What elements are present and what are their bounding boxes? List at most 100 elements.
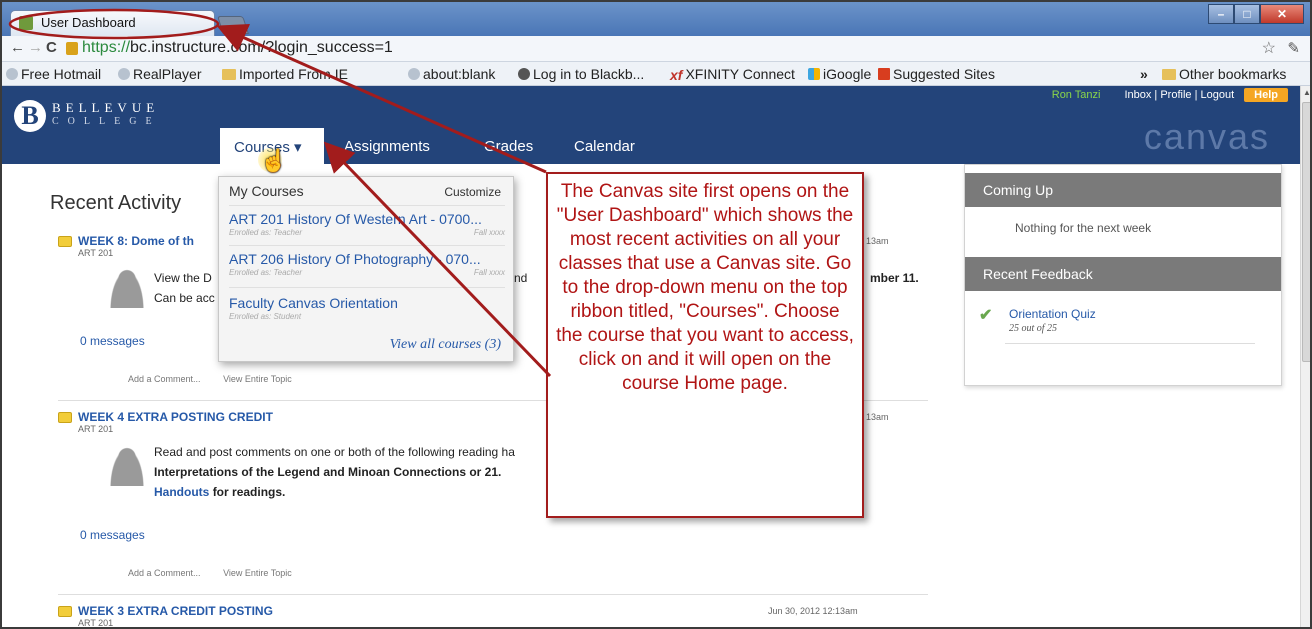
courses-dropdown-menu: My Courses Customize ART 201 History Of … (218, 176, 514, 362)
inbox-profile-logout-links[interactable]: Inbox | Profile | Logout (1124, 89, 1234, 101)
url-scheme: https:// (82, 39, 131, 56)
activity-body: Read and post comments on one or both of… (154, 442, 515, 462)
dropdown-course-item[interactable]: ART 201 History Of Western Art - 0700...… (229, 211, 505, 237)
bookmark-label: XFINITY Connect (685, 66, 795, 82)
help-button[interactable]: Help (1244, 88, 1288, 102)
activity-actions: Add a Comment... View Entire Topic (128, 568, 312, 578)
activity-course: ART 201 (78, 424, 114, 434)
add-comment-link[interactable]: Add a Comment... (128, 374, 201, 384)
forward-arrow-icon[interactable]: → (28, 39, 43, 56)
course-name[interactable]: ART 206 History Of Photography - 070... (229, 251, 505, 267)
discussion-icon (58, 236, 72, 247)
bookmark-igoogle[interactable]: iGoogle (808, 66, 871, 82)
view-all-courses-link[interactable]: View all courses (3) (390, 337, 501, 353)
messages-link[interactable]: 0 messages (80, 528, 145, 542)
activity-title[interactable]: WEEK 3 EXTRA CREDIT POSTING (78, 604, 273, 618)
xfinity-icon: xf (670, 67, 683, 83)
activity-body: Handouts for readings. (154, 482, 285, 502)
suggested-icon (878, 68, 890, 80)
bookmark-blackboard[interactable]: Log in to Blackb... (518, 66, 644, 82)
url-field[interactable]: https://bc.instructure.com/?login_succes… (82, 39, 393, 57)
reload-icon[interactable]: C (46, 39, 57, 56)
activity-title[interactable]: WEEK 4 EXTRA POSTING CREDIT (78, 410, 273, 424)
course-name[interactable]: Faculty Canvas Orientation (229, 295, 505, 311)
enrollment-role: Enrolled as: Teacher (229, 268, 303, 277)
maximize-button[interactable]: □ (1234, 4, 1260, 24)
course-term: Fall xxxx (473, 228, 505, 237)
canvas-header: B BELLEVUE COLLEGE Courses ▾ Assignments… (2, 86, 1300, 164)
view-topic-link[interactable]: View Entire Topic (223, 568, 292, 578)
activity-body-text: Read and post comments on one or both of… (154, 445, 515, 459)
logo-bellevue-text: BELLEVUE (52, 100, 160, 115)
activity-title[interactable]: WEEK 8: Dome of th (78, 234, 194, 248)
bookmark-suggested-sites[interactable]: Suggested Sites (878, 66, 995, 82)
activity-item: WEEK 3 EXTRA CREDIT POSTING ART 201 Jun … (58, 604, 928, 628)
minimize-button[interactable]: – (1208, 4, 1234, 24)
browser-window: User Dashboard – □ ✕ ← → C https://bc.in… (0, 0, 1312, 629)
logo-college-text: COLLEGE (52, 116, 161, 127)
bookmark-label: about:blank (423, 66, 496, 82)
discussion-icon (58, 606, 72, 617)
window-controls: – □ ✕ (1208, 4, 1304, 26)
activity-actions: Add a Comment... View Entire Topic (128, 374, 312, 384)
bookmark-star-icon[interactable]: ☆ (1262, 38, 1276, 58)
add-comment-link[interactable]: Add a Comment... (128, 568, 201, 578)
avatar (108, 444, 146, 486)
bookmark-about-blank[interactable]: about:blank (408, 66, 495, 82)
nav-calendar[interactable]: Calendar (574, 138, 635, 155)
scroll-thumb[interactable] (1302, 102, 1310, 362)
page-title: Recent Activity (50, 192, 182, 214)
nav-assignments[interactable]: Assignments (344, 138, 430, 155)
bookmark-free-hotmail[interactable]: Free Hotmail (6, 66, 101, 82)
bookmark-label: iGoogle (823, 66, 872, 82)
course-enrollment: Enrolled as: Teacher Fall xxxx (229, 268, 505, 277)
handouts-link[interactable]: Handouts (154, 485, 209, 499)
nav-grades[interactable]: Grades (484, 138, 533, 155)
activity-divider (58, 594, 928, 595)
wrench-icon[interactable]: ✎ (1287, 39, 1300, 57)
view-topic-link[interactable]: View Entire Topic (223, 374, 292, 384)
tab-title: User Dashboard (41, 15, 136, 30)
enrollment-role: Enrolled as: Teacher (229, 228, 303, 237)
igoogle-icon (808, 68, 820, 80)
activity-body: mber 11. (870, 268, 919, 288)
tab-user-dashboard[interactable]: User Dashboard (10, 10, 215, 36)
bellevue-logo-icon[interactable]: B (14, 100, 46, 132)
scroll-up-arrow-icon[interactable]: ▲ (1303, 88, 1310, 97)
course-name[interactable]: ART 201 History Of Western Art - 0700... (229, 211, 505, 227)
globe-icon (6, 68, 18, 80)
dropdown-heading: My Courses (229, 183, 304, 199)
dropdown-course-item[interactable]: Faculty Canvas Orientation Enrolled as: … (229, 295, 505, 321)
page-scrollbar[interactable]: ▲ (1300, 86, 1310, 627)
globe-icon (408, 68, 420, 80)
bookmark-xfinity[interactable]: xf XFINITY Connect (670, 66, 795, 83)
close-button[interactable]: ✕ (1260, 4, 1304, 24)
bookmarks-bar: Free Hotmail RealPlayer Imported From IE… (2, 62, 1310, 86)
activity-course: ART 201 (78, 618, 114, 628)
globe-icon (118, 68, 130, 80)
dropdown-course-item[interactable]: ART 206 History Of Photography - 070... … (229, 251, 505, 277)
activity-body-text: mber 11. (870, 271, 919, 285)
bookmark-other-bookmarks[interactable]: Other bookmarks (1162, 66, 1286, 82)
activity-date: 13am (866, 412, 889, 422)
checkmark-icon: ✔ (979, 307, 993, 324)
right-sidebar: Coming Up Nothing for the next week Rece… (964, 164, 1282, 386)
activity-body-text: View the D (154, 271, 212, 285)
customize-link[interactable]: Customize (444, 185, 501, 199)
bookmark-realplayer[interactable]: RealPlayer (118, 66, 201, 82)
url-text: bc.instructure.com/?login_success=1 (130, 39, 393, 56)
folder-icon (222, 69, 236, 80)
new-tab-button[interactable] (217, 16, 249, 34)
messages-link[interactable]: 0 messages (80, 334, 145, 348)
activity-body: View the D (154, 268, 212, 288)
bookmark-label: Suggested Sites (893, 66, 995, 82)
activity-date: Jun 30, 2012 12:13am (768, 606, 858, 616)
canvas-brand-logo: canvas (1143, 116, 1270, 157)
activity-body-text: Interpretations of the Legend and Minoan… (154, 465, 502, 479)
user-name[interactable]: Ron Tanzi (1052, 89, 1101, 101)
coming-up-heading: Coming Up (965, 173, 1281, 207)
back-arrow-icon[interactable]: ← (10, 39, 25, 56)
bookmark-imported-from-ie[interactable]: Imported From IE (222, 66, 348, 82)
bookmarks-overflow-chevron[interactable]: » (1140, 66, 1148, 82)
orientation-quiz-link[interactable]: Orientation Quiz (1009, 307, 1096, 321)
